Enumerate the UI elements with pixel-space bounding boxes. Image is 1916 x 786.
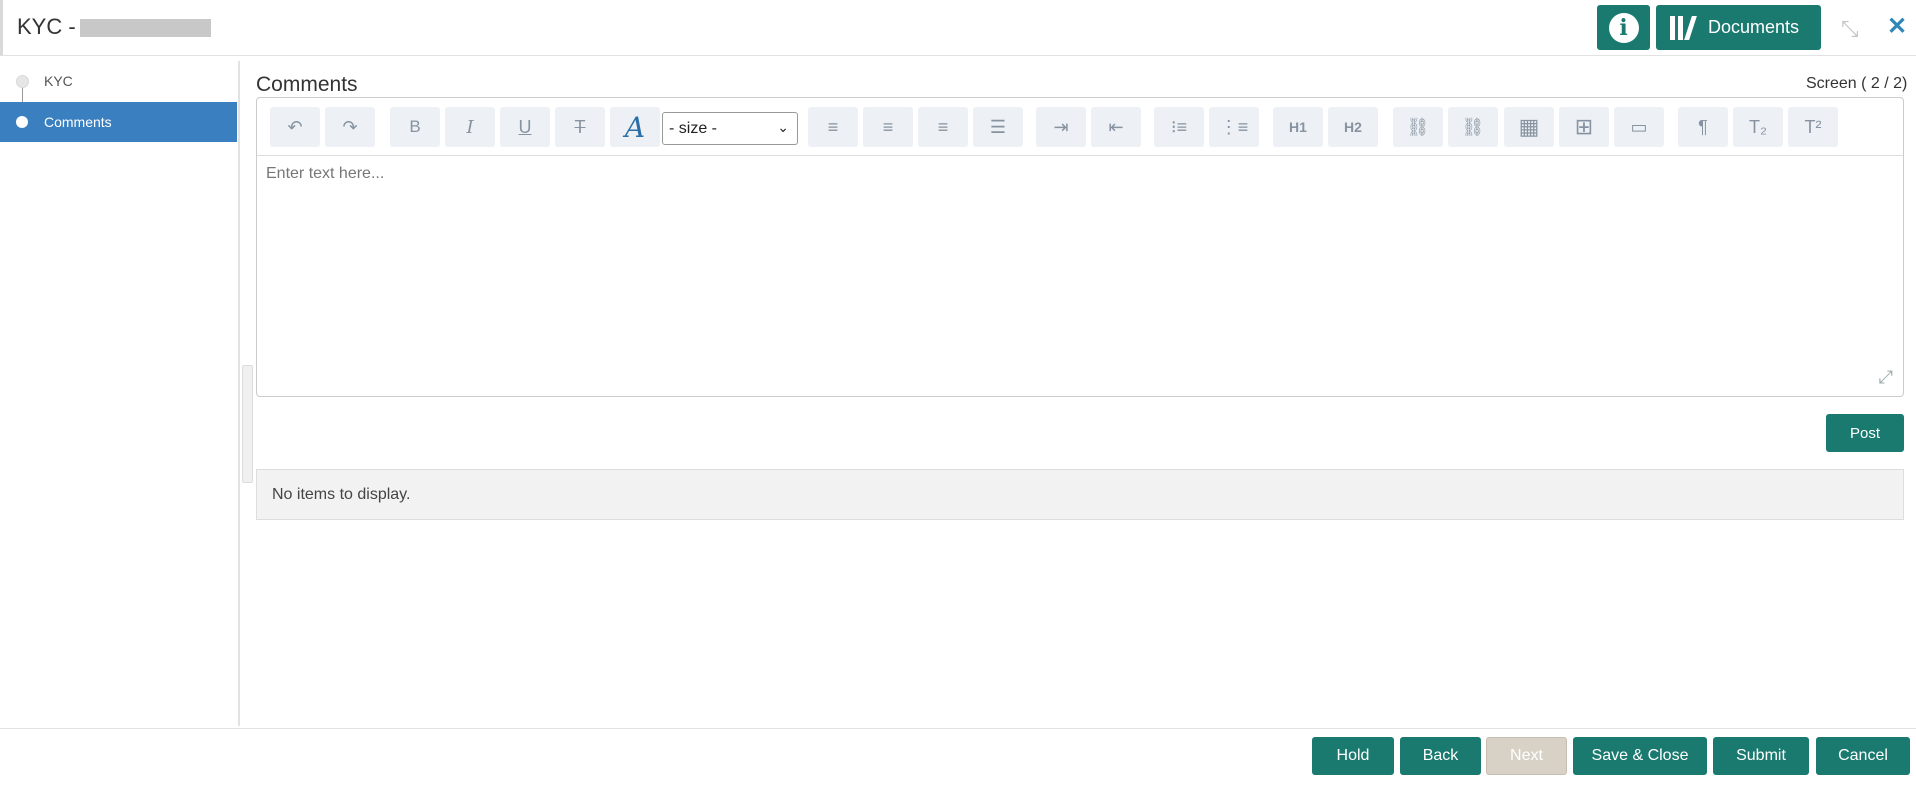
post-button[interactable]: Post [1826,414,1904,452]
numbered-list-icon[interactable]: ⋮≡ [1209,107,1259,147]
info-button[interactable]: i [1597,5,1650,50]
info-icon: i [1608,12,1639,43]
align-justify-icon[interactable]: ☰ [973,107,1023,147]
next-button[interactable]: Next [1486,737,1567,775]
unlink-icon[interactable]: ⛓ [1448,107,1498,147]
page-title: KYC - [17,14,76,39]
step-dot-icon [16,74,29,88]
italic-icon[interactable]: I [445,107,495,147]
align-left-icon[interactable]: ≡ [808,107,858,147]
documents-label: Documents [1708,17,1800,37]
hold-button[interactable]: Hold [1312,737,1394,775]
editor-toolbar: ↶ ↷ B I U T A - size - ⌄ ≡ ≡ ≡ ☰ ⇥ ⇤ ⁝≡ … [257,98,1903,156]
superscript-icon[interactable]: T² [1788,107,1838,147]
link-icon[interactable]: ⛓ [1393,107,1443,147]
expand-icon[interactable]: ⤢ [1879,367,1893,388]
undo-icon[interactable]: ↶ [270,107,320,147]
documents-button[interactable]: Documents [1656,5,1821,50]
bold-icon[interactable]: B [390,107,440,147]
chevron-down-icon: ⌄ [777,119,789,135]
minimize-icon[interactable]: ⤡ [1841,16,1859,42]
redo-icon[interactable]: ↷ [325,107,375,147]
strikethrough-icon[interactable]: T [555,107,605,147]
close-icon[interactable]: ✕ [1887,12,1907,41]
font-color-icon[interactable]: A [610,107,660,147]
comment-textarea[interactable]: Enter text here... [266,165,384,183]
footer-bar: Hold Back Next Save & Close Submit Cance… [0,728,1916,786]
submit-button[interactable]: Submit [1713,737,1809,775]
rich-text-editor: ↶ ↷ B I U T A - size - ⌄ ≡ ≡ ≡ ☰ ⇥ ⇤ ⁝≡ … [256,97,1904,397]
screen-indicator: Screen ( 2 / 2) [1806,75,1908,92]
panel-splitter[interactable] [242,365,253,483]
underline-icon[interactable]: U [500,107,550,147]
sidebar-item-label: Comments [44,114,112,130]
image-icon[interactable]: ▭ [1614,107,1664,147]
table-icon[interactable]: ▦ [1504,107,1554,147]
cancel-button[interactable]: Cancel [1816,737,1910,775]
outdent-icon[interactable]: ⇤ [1091,107,1141,147]
comments-list-empty: No items to display. [256,469,1904,520]
step-dot-icon [16,116,28,128]
align-center-icon[interactable]: ≡ [863,107,913,147]
indent-icon[interactable]: ⇥ [1036,107,1086,147]
font-size-value: - size - [669,119,717,137]
save-close-button[interactable]: Save & Close [1573,737,1707,775]
redacted-customer-name [80,19,211,37]
font-size-select[interactable]: - size - ⌄ [662,112,798,145]
sidebar-item-label: KYC [44,73,73,89]
heading-1-icon[interactable]: H1 [1273,107,1323,147]
sidebar: KYC Comments [0,61,240,726]
section-title: Comments [256,73,358,96]
heading-2-icon[interactable]: H2 [1328,107,1378,147]
subscript-icon[interactable]: T₂ [1733,107,1783,147]
header: KYC - i Documents ⤡ ✕ [0,0,1916,56]
sidebar-item-kyc[interactable]: KYC [0,61,237,101]
back-button[interactable]: Back [1400,737,1481,775]
align-right-icon[interactable]: ≡ [918,107,968,147]
bullet-list-icon[interactable]: ⁝≡ [1154,107,1204,147]
paragraph-icon[interactable]: ¶ [1678,107,1728,147]
sidebar-item-comments[interactable]: Comments [0,102,237,142]
library-icon [1670,15,1697,40]
table-resize-icon[interactable]: ⊞ [1559,107,1609,147]
